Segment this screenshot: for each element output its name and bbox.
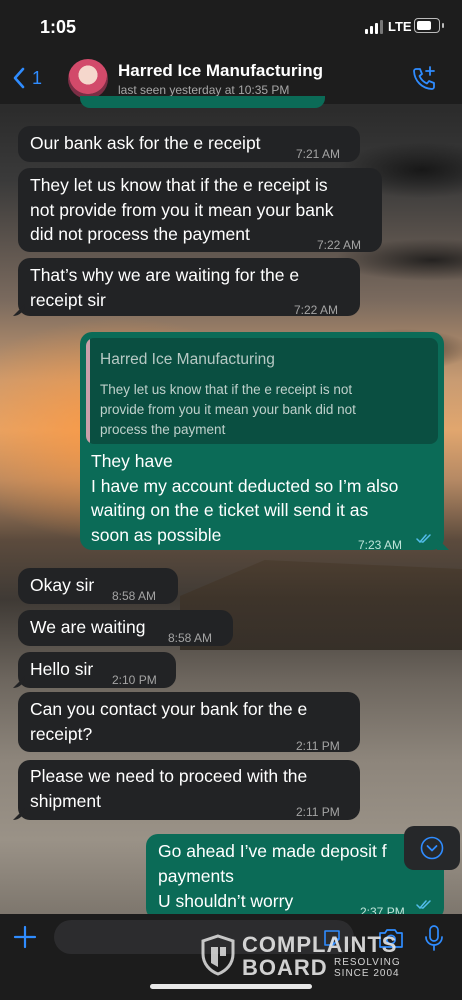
message-time: 8:58 AM (112, 589, 157, 603)
message-text: not provide from you it mean your bank (30, 200, 334, 220)
contact-name[interactable]: Harred Ice Manufacturing (118, 61, 323, 81)
network-label: LTE (388, 19, 412, 34)
incoming-message[interactable]: We are waiting 8:58 AM (18, 610, 233, 646)
message-time: 2:11 PM (296, 805, 340, 819)
message-text: waiting on the e ticket will send it as (91, 500, 369, 520)
message-text: They let us know that if the e receipt i… (30, 175, 328, 195)
chevron-left-icon (13, 67, 25, 89)
previous-message-edge (80, 96, 325, 108)
message-text: shipment (30, 791, 102, 811)
message-text: did not process the payment (30, 224, 250, 244)
message-text: Please we need to proceed with the (30, 766, 308, 786)
message-text: Okay sir (30, 575, 95, 595)
quoted-message[interactable]: Harred Ice Manufacturing They let us kno… (86, 338, 438, 444)
status-time: 1:05 (40, 17, 77, 37)
incoming-message[interactable]: Our bank ask for the e receipt 7:21 AM (18, 126, 360, 162)
add-call-icon[interactable] (410, 65, 438, 93)
battery-icon (414, 18, 440, 33)
avatar[interactable] (68, 59, 108, 99)
message-text: That’s why we are waiting for the e (30, 265, 300, 285)
signal-icon (365, 20, 383, 34)
message-text: Hello sir (30, 659, 94, 679)
watermark-tagline: SINCE 2004 (334, 968, 400, 979)
message-time: 8:58 AM (168, 631, 213, 645)
watermark-shield-logo (201, 934, 235, 976)
watermark-text: BOARD (242, 955, 328, 980)
message-text: Can you contact your bank for the e (30, 699, 308, 719)
plus-icon[interactable] (12, 924, 38, 950)
incoming-message[interactable]: Please we need to proceed with the shipm… (18, 760, 360, 820)
message-text: Our bank ask for the e receipt (30, 133, 261, 153)
quote-text: process the payment (100, 422, 226, 437)
outgoing-message[interactable]: Go ahead I’ve made deposit f payments U … (146, 834, 444, 920)
chevron-down-circle-icon (420, 836, 444, 860)
message-time: 2:11 PM (296, 739, 340, 753)
message-text: I have my account deducted so I’m also (91, 476, 399, 496)
outgoing-message[interactable]: Harred Ice Manufacturing They let us kno… (80, 332, 444, 552)
incoming-message[interactable]: That’s why we are waiting for the e rece… (18, 258, 360, 317)
home-indicator (150, 984, 312, 989)
quote-author: Harred Ice Manufacturing (100, 351, 275, 368)
message-time: 7:22 AM (294, 303, 339, 317)
message-text: receipt sir (30, 290, 106, 310)
message-text: payments (158, 866, 234, 886)
incoming-message[interactable]: Hello sir 2:10 PM (18, 652, 176, 688)
message-text: We are waiting (30, 617, 146, 637)
scroll-to-bottom-button[interactable] (404, 826, 460, 870)
microphone-icon[interactable] (424, 924, 444, 952)
unread-count: 1 (32, 67, 43, 88)
message-text: soon as possible (91, 525, 222, 545)
message-text: They have (91, 451, 173, 471)
read-receipt-icon (416, 534, 431, 544)
incoming-message[interactable]: Okay sir 8:58 AM (18, 568, 178, 604)
incoming-message[interactable]: They let us know that if the e receipt i… (18, 168, 382, 252)
message-text: U shouldn’t worry (158, 891, 294, 911)
last-seen-status: last seen yesterday at 10:35 PM (118, 83, 290, 97)
status-bar: 1:05 LTE (0, 0, 462, 52)
message-text: Go ahead I’ve made deposit f (158, 841, 387, 861)
message-time: 2:10 PM (112, 673, 157, 687)
back-button[interactable]: 1 (12, 64, 42, 92)
message-text: receipt? (30, 724, 93, 744)
message-time: 7:23 AM (358, 538, 403, 552)
quote-bar (86, 338, 90, 444)
message-time: 7:22 AM (317, 238, 362, 252)
message-time: 7:21 AM (296, 147, 341, 161)
read-receipt-icon (416, 900, 431, 910)
incoming-message[interactable]: Can you contact your bank for the e rece… (18, 692, 360, 753)
